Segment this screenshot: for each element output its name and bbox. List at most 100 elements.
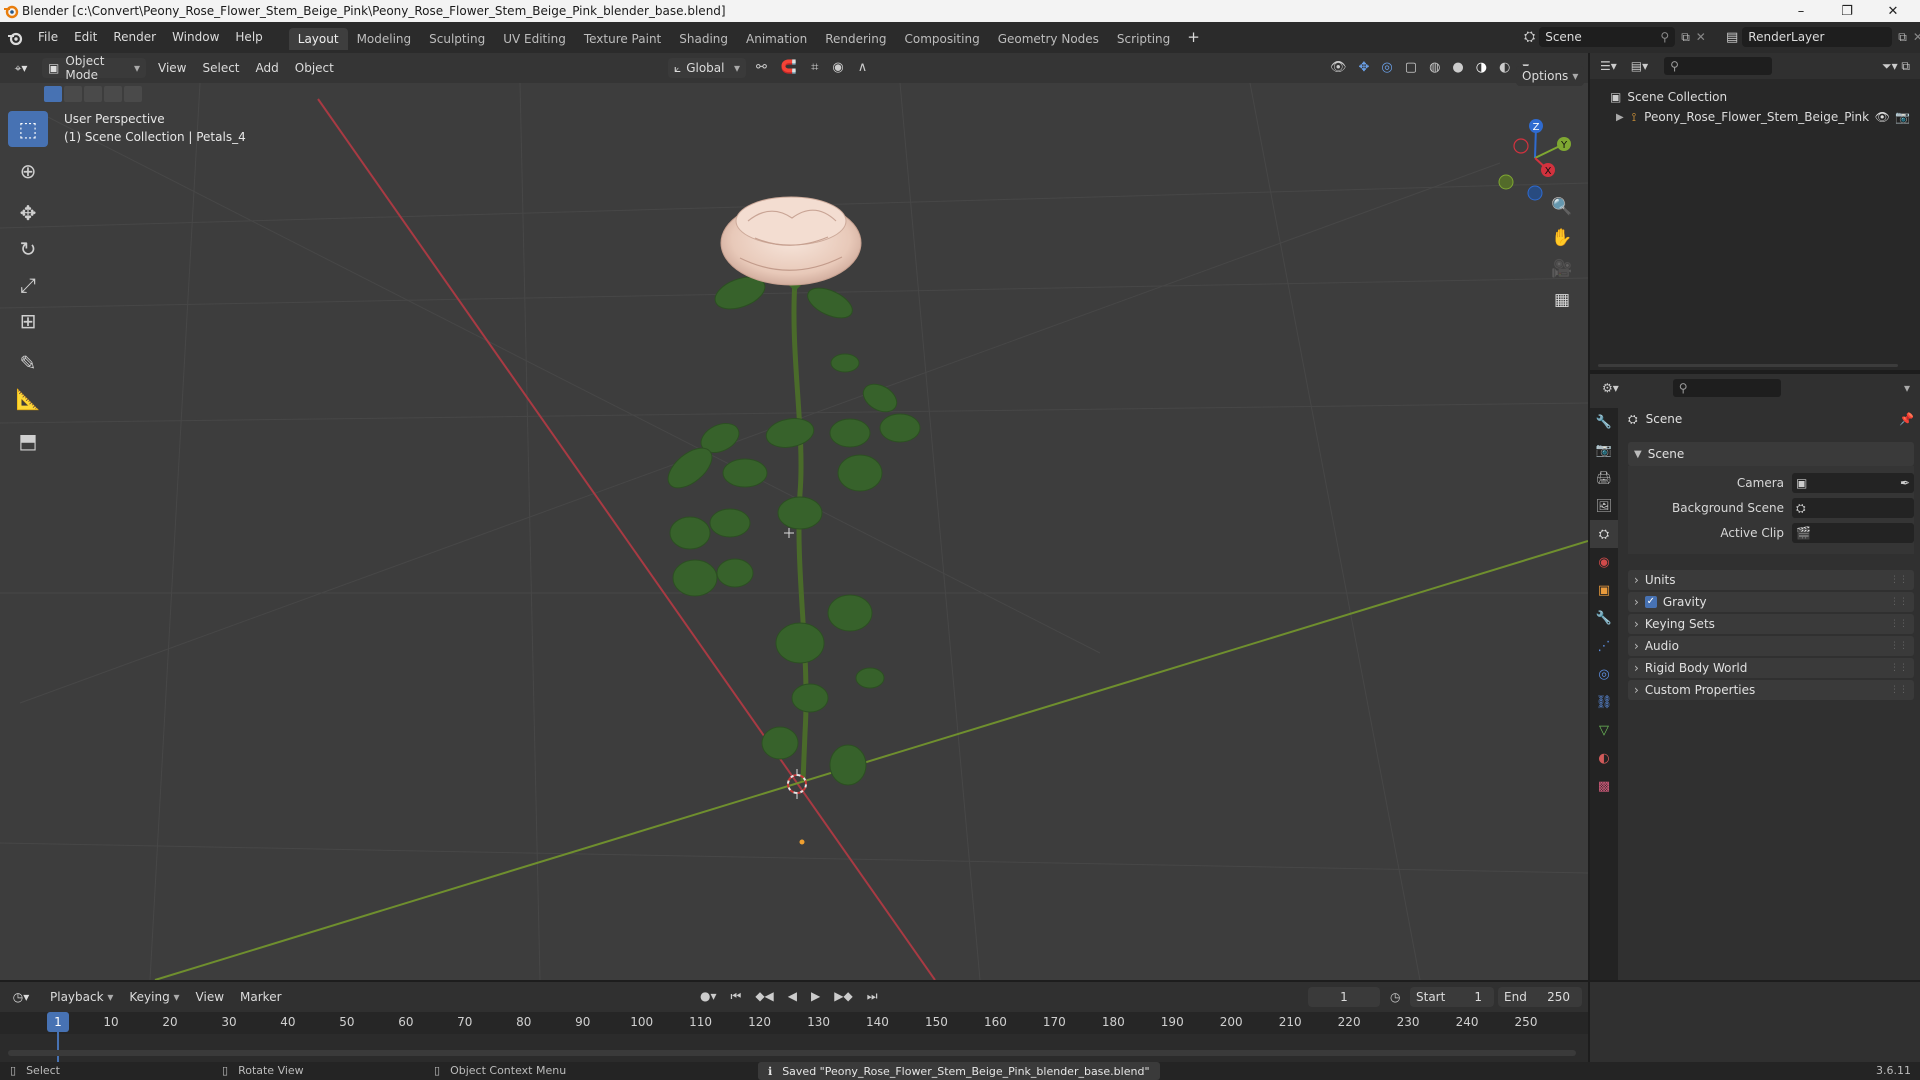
falloff-icon[interactable]: ∧ — [858, 60, 868, 75]
gravity-checkbox[interactable]: ✓ — [1644, 596, 1657, 608]
ortho-grid-icon[interactable]: ▦ — [1546, 284, 1578, 316]
3d-viewport[interactable]: ⌖▾ ▣ Object Mode ▾ View Select Add Object ⟀… — [0, 53, 1588, 980]
scene-selector[interactable]: Scene ⚲ — [1539, 27, 1676, 47]
mode-selector[interactable]: ▣ Object Mode ▾ — [42, 54, 146, 82]
particles-tab-icon[interactable]: ⋰ — [1590, 632, 1618, 660]
delete-scene-icon[interactable]: ✕ — [1696, 30, 1706, 44]
minimize-button[interactable]: – — [1778, 0, 1824, 22]
jump-end-icon[interactable]: ⏭ — [867, 989, 878, 1004]
eye-visibility-icon[interactable]: 👁 — [1875, 110, 1890, 124]
drag-handle-icon[interactable]: ⋮⋮ — [1890, 619, 1908, 629]
expand-arrow-icon[interactable]: ▶ — [1616, 112, 1624, 123]
play-icon[interactable]: ▶ — [811, 989, 820, 1004]
playhead[interactable]: 1 — [47, 1012, 69, 1032]
timeline-menu-marker[interactable]: Marker — [232, 990, 289, 1004]
select-subtract-icon[interactable] — [84, 86, 102, 102]
panel-gravity[interactable]: › ✓ Gravity ⋮⋮ — [1628, 592, 1914, 612]
menu-file[interactable]: File — [30, 22, 66, 53]
visibility-icon[interactable]: 👁 — [1330, 60, 1347, 75]
menu-edit[interactable]: Edit — [66, 22, 105, 53]
pin-icon[interactable]: 📌 — [1899, 412, 1914, 426]
outliner-editor-icon[interactable]: ☰▾ — [1600, 59, 1617, 73]
properties-editor-icon[interactable]: ⚙▾ — [1602, 381, 1619, 395]
navigation-gizmo[interactable]: Z Y X — [1486, 112, 1576, 202]
filter-icon[interactable]: ⏷▾ ⧉ — [1882, 59, 1910, 74]
world-tab-icon[interactable]: ◉ — [1590, 548, 1618, 576]
background-scene-field[interactable]: ⛭ — [1792, 498, 1914, 518]
pin-icon[interactable]: ⚲ — [1660, 30, 1669, 44]
record-icon[interactable]: ●▾ — [700, 989, 717, 1004]
new-scene-icon[interactable]: ⧉ — [1681, 30, 1690, 45]
solid-shading-icon[interactable]: ● — [1452, 60, 1463, 75]
object-tab-icon[interactable]: ▣ — [1590, 576, 1618, 604]
delete-view-layer-icon[interactable]: ✕ — [1913, 30, 1920, 44]
orientation-selector[interactable]: ⟀ Global ▾ — [668, 58, 746, 78]
tab-rendering[interactable]: Rendering — [816, 28, 895, 50]
properties-search-input[interactable]: ⚲ — [1672, 379, 1781, 397]
material-shading-icon[interactable]: ◑ — [1476, 60, 1487, 75]
transform-tool-icon[interactable]: ⊞ — [8, 303, 48, 339]
drag-handle-icon[interactable]: ⋮⋮ — [1890, 685, 1908, 695]
pan-hand-icon[interactable]: ✋ — [1546, 222, 1578, 254]
scene-icon[interactable]: ⛭ — [1524, 29, 1535, 45]
tab-geometry-nodes[interactable]: Geometry Nodes — [989, 28, 1108, 50]
neg-y-axis-handle[interactable] — [1498, 174, 1514, 190]
tab-compositing[interactable]: Compositing — [895, 28, 988, 50]
timeline-menu-playback[interactable]: Playback ▾ — [42, 990, 121, 1004]
tab-animation[interactable]: Animation — [737, 28, 816, 50]
select-intersect-icon[interactable] — [124, 86, 142, 102]
output-tab-icon[interactable]: 🖨 — [1590, 464, 1618, 492]
panel-custom-properties[interactable]: › Custom Properties ⋮⋮ — [1628, 680, 1914, 700]
close-window-button[interactable]: ✕ — [1870, 0, 1916, 22]
add-cube-tool-icon[interactable]: ⬒ — [8, 423, 48, 459]
panel-audio[interactable]: › Audio ⋮⋮ — [1628, 636, 1914, 656]
options-button[interactable]: Options ▾ — [1516, 66, 1585, 86]
menu-window[interactable]: Window — [164, 22, 227, 53]
drag-handle-icon[interactable]: ⋮⋮ — [1890, 663, 1908, 673]
tab-layout[interactable]: Layout — [288, 27, 348, 50]
select-box-tool-icon[interactable]: ⬚ — [8, 111, 48, 147]
timeline-menu-keying[interactable]: Keying ▾ — [121, 990, 187, 1004]
preview-range-icon[interactable]: ◷ — [1390, 990, 1400, 1004]
wireframe-shading-icon[interactable]: ◍ — [1429, 60, 1440, 75]
viewport-menu-add[interactable]: Add — [248, 61, 287, 75]
zoom-icon[interactable]: 🔍 — [1546, 191, 1578, 223]
rendered-shading-icon[interactable]: ◐ — [1499, 60, 1510, 75]
prev-keyframe-icon[interactable]: ◆◀ — [755, 989, 773, 1004]
viewport-menu-select[interactable]: Select — [194, 61, 247, 75]
panel-units[interactable]: › Units ⋮⋮ — [1628, 570, 1914, 590]
panel-rigid-body-world[interactable]: › Rigid Body World ⋮⋮ — [1628, 658, 1914, 678]
outliner-scrollbar[interactable] — [1598, 364, 1898, 367]
texture-tab-icon[interactable]: ▩ — [1590, 772, 1618, 800]
blender-menu-icon[interactable] — [0, 30, 30, 46]
tab-modeling[interactable]: Modeling — [348, 28, 421, 50]
pivot-point-icon[interactable]: ⚯ — [756, 60, 767, 75]
proportional-edit-icon[interactable]: ◉ — [832, 60, 843, 75]
tab-uv-editing[interactable]: UV Editing — [494, 28, 575, 50]
tab-scripting[interactable]: Scripting — [1108, 28, 1179, 50]
drag-handle-icon[interactable]: ⋮⋮ — [1890, 575, 1908, 585]
next-keyframe-icon[interactable]: ▶◆ — [834, 989, 852, 1004]
menu-help[interactable]: Help — [227, 22, 270, 53]
timeline-menu-view[interactable]: View — [188, 990, 232, 1004]
eyedropper-icon[interactable]: ✒ — [1900, 476, 1910, 490]
measure-tool-icon[interactable]: 📐 — [8, 381, 48, 417]
scene-tab-icon[interactable]: ⛭ — [1590, 520, 1618, 548]
display-mode-icon[interactable]: ▤▾ — [1631, 59, 1648, 73]
end-frame-field[interactable]: End 250 — [1498, 987, 1582, 1007]
viewport-menu-object[interactable]: Object — [287, 61, 342, 75]
physics-tab-icon[interactable]: ◎ — [1590, 660, 1618, 688]
timeline-editor-icon[interactable]: ◷▾ — [0, 990, 42, 1004]
snap-target-icon[interactable]: ⌗ — [811, 60, 818, 75]
snap-icon[interactable]: 🧲 — [781, 60, 797, 75]
frame-ruler[interactable]: 10 20 30 40 50 60 70 80 90 100 110 120 130 140 150 160 1… — [0, 1012, 1588, 1034]
active-clip-field[interactable]: 🎬 — [1792, 523, 1914, 543]
outliner-search-input[interactable]: ⚲ — [1664, 57, 1773, 75]
overlay-toggle-icon[interactable]: ◎ — [1381, 60, 1392, 75]
rotate-tool-icon[interactable]: ↻ — [8, 231, 48, 267]
drag-handle-icon[interactable]: ⋮⋮ — [1890, 597, 1908, 607]
view-layer-selector[interactable]: RenderLayer — [1742, 27, 1893, 47]
tool-tab-icon[interactable]: 🔧 — [1590, 408, 1618, 436]
menu-render[interactable]: Render — [105, 22, 164, 53]
start-frame-field[interactable]: Start 1 — [1410, 987, 1494, 1007]
